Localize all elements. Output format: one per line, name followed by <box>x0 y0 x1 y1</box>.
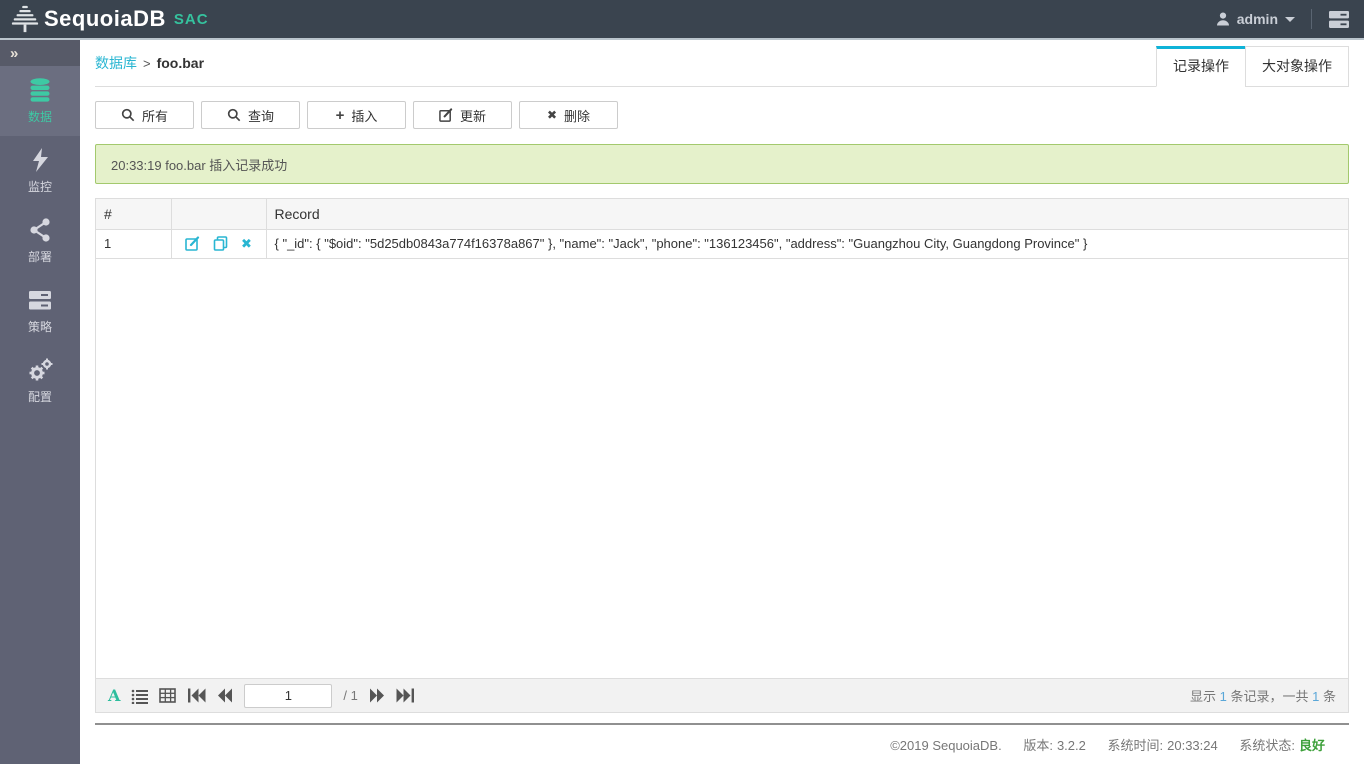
tab-lob-operations[interactable]: 大对象操作 <box>1245 46 1349 87</box>
sidebar-collapse-toggle[interactable]: » <box>0 40 80 66</box>
breadcrumb-current-collection: foo.bar <box>157 55 204 71</box>
main-content: 数据库 > foo.bar 记录操作 大对象操作 所有 查 <box>80 40 1364 764</box>
sidebar-item-label: 策略 <box>28 318 52 335</box>
sidebar-item-monitor[interactable]: 监控 <box>0 136 80 206</box>
x-icon: ✖ <box>547 109 557 121</box>
gears-icon <box>27 357 53 383</box>
column-header-record: Record <box>266 199 1348 229</box>
delete-record-icon[interactable]: ✖ <box>241 237 252 250</box>
sidebar-item-label: 部署 <box>28 248 52 265</box>
footer: ©2019 SequoiaDB. 版本:3.2.2 系统时间:20:33:24 … <box>95 725 1349 754</box>
sidebar-item-data[interactable]: 数据 <box>0 66 80 136</box>
last-page-icon[interactable] <box>396 688 415 703</box>
sequoia-tree-logo-icon <box>10 4 40 34</box>
breadcrumb-database-link[interactable]: 数据库 <box>95 53 137 73</box>
sidebar-item-label: 配置 <box>28 388 52 405</box>
shown-count: 1 <box>1220 689 1227 704</box>
edit-record-icon[interactable] <box>185 236 200 251</box>
share-icon <box>27 217 53 243</box>
brand-suffix: SAC <box>174 11 209 28</box>
record-count-summary: 显示 1 条记录，一共 1 条 <box>1190 686 1336 705</box>
topbar-divider <box>1311 9 1312 29</box>
total-pages-label: / 1 <box>343 688 357 703</box>
chevron-down-icon <box>1285 17 1295 22</box>
update-button[interactable]: 更新 <box>413 101 512 129</box>
delete-button[interactable]: ✖ 删除 <box>519 101 618 129</box>
edit-icon <box>439 108 453 122</box>
user-menu[interactable]: admin <box>1215 11 1295 27</box>
task-list-icon[interactable] <box>1328 10 1350 29</box>
breadcrumb-separator: > <box>143 56 151 71</box>
system-time-value: 20:33:24 <box>1167 738 1218 753</box>
system-status-value: 良好 <box>1299 738 1325 753</box>
list-view-icon[interactable] <box>131 688 148 704</box>
version-label: 版本: <box>1023 738 1053 753</box>
sidebar: » 数据 监控 <box>0 40 80 764</box>
sidebar-item-strategy[interactable]: 策略 <box>0 276 80 346</box>
sidebar-item-label: 数据 <box>28 108 52 125</box>
username: admin <box>1237 11 1278 27</box>
sidebar-item-deploy[interactable]: 部署 <box>0 206 80 276</box>
next-page-icon[interactable] <box>369 688 385 703</box>
database-icon <box>27 77 53 103</box>
column-header-actions <box>171 199 266 229</box>
row-actions: ✖ <box>171 229 266 258</box>
column-header-index: # <box>96 199 171 229</box>
copyright: ©2019 SequoiaDB. <box>890 738 1002 753</box>
record-json[interactable]: { "_id": { "$oid": "5d25db0843a774f16378… <box>266 229 1348 258</box>
page-number-input[interactable] <box>244 684 332 708</box>
breadcrumb: 数据库 > foo.bar 记录操作 大对象操作 <box>95 40 1349 87</box>
double-chevron-right-icon: » <box>10 45 18 62</box>
query-button[interactable]: 查询 <box>201 101 300 129</box>
records-grid: # Record 1 <box>95 198 1349 713</box>
font-size-toggle[interactable]: A <box>108 688 120 704</box>
success-alert: 20:33:19 foo.bar 插入记录成功 <box>95 144 1349 184</box>
first-page-icon[interactable] <box>187 688 206 703</box>
plus-icon: + <box>336 108 345 123</box>
bolt-icon <box>27 147 53 173</box>
sidebar-item-label: 监控 <box>28 178 52 195</box>
copy-record-icon[interactable] <box>213 236 228 251</box>
tasks-icon <box>27 287 53 313</box>
tab-record-operations[interactable]: 记录操作 <box>1156 46 1246 87</box>
grid-empty-area <box>96 259 1348 679</box>
tab-bar: 记录操作 大对象操作 <box>1156 46 1349 87</box>
user-icon <box>1215 11 1231 27</box>
row-index: 1 <box>96 229 171 258</box>
pagination-bar: A <box>96 678 1348 712</box>
table-view-icon[interactable] <box>159 688 176 703</box>
toolbar: 所有 查询 + 插入 更新 ✖ <box>95 101 1349 129</box>
search-icon <box>121 108 135 122</box>
records-table: # Record 1 <box>96 199 1348 259</box>
system-time-label: 系统时间: <box>1108 738 1164 753</box>
system-status-label: 系统状态: <box>1239 738 1295 753</box>
topbar: SequoiaDB SAC admin <box>0 0 1364 40</box>
all-button[interactable]: 所有 <box>95 101 194 129</box>
sidebar-item-config[interactable]: 配置 <box>0 346 80 416</box>
version-value: 3.2.2 <box>1057 738 1086 753</box>
brand-name: SequoiaDB <box>44 6 166 32</box>
previous-page-icon[interactable] <box>217 688 233 703</box>
insert-button[interactable]: + 插入 <box>307 101 406 129</box>
search-icon <box>227 108 241 122</box>
success-alert-text: 20:33:19 foo.bar 插入记录成功 <box>111 155 287 174</box>
table-row: 1 <box>96 229 1348 258</box>
